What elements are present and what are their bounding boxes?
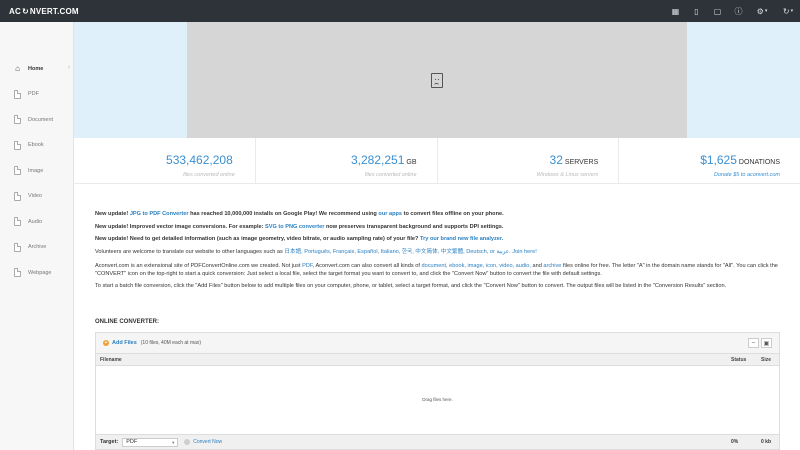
logo-text-left: AC <box>9 6 21 16</box>
col-size: Size <box>761 356 772 363</box>
converter-toolbar: + Add Files (10 files, 40M each at max) … <box>96 333 779 354</box>
col-status: Status <box>731 356 747 363</box>
home-icon: ⌂ <box>15 64 20 74</box>
svg-to-png-link[interactable]: SVG to PNG converter <box>265 224 324 230</box>
our-apps-link[interactable]: our apps <box>378 211 402 217</box>
sync-icon: ↻ <box>21 6 29 16</box>
document-file-icon <box>13 114 22 125</box>
col-filename: Filename <box>100 356 122 363</box>
image-file-icon <box>13 165 22 176</box>
stat-donations: $1,625 DONATIONS Donate $5 to aconvert.co… <box>619 138 800 183</box>
news-item-3: New update! Need to get detailed informa… <box>95 236 504 242</box>
convert-icon <box>184 439 191 445</box>
video-file-icon <box>13 191 22 202</box>
stat-value: $1,625 <box>700 153 737 167</box>
settings-icon[interactable]: ⚙ ▾ <box>750 0 774 22</box>
top-navbar: AC ↻ NVERT.COM ▦ ▯ ▢ ⓘ ⚙ ▾ ↻ ▾ <box>0 0 800 22</box>
add-files-button[interactable]: + Add Files <box>103 340 137 346</box>
archive-file-icon <box>13 242 22 253</box>
ad-placeholder[interactable] <box>187 22 687 138</box>
volunteers-text: Volunteers are welcome to translate our … <box>95 248 537 255</box>
monitor-icon[interactable]: ▢ <box>708 0 727 22</box>
help-icon[interactable]: ⓘ <box>729 0 748 22</box>
target-value: PDF <box>126 439 138 445</box>
target-format-select[interactable]: PDF ▼ <box>122 437 179 447</box>
stat-files-converted: 533,462,208 files converted online <box>74 138 256 183</box>
sidebar-item-ebook[interactable]: Ebook <box>0 133 74 159</box>
file-table-header: Filename Status Size <box>96 354 779 366</box>
sidebar-item-label: Document <box>28 116 54 123</box>
jpg-to-pdf-link[interactable]: JPG to PDF Converter <box>130 211 189 217</box>
target-label: Target: <box>100 439 119 445</box>
clear-icon[interactable]: ▣ <box>761 338 772 348</box>
logo-text-right: NVERT.COM <box>29 6 79 16</box>
mobile-icon[interactable]: ▯ <box>687 0 706 22</box>
stat-unit: DONATIONS <box>738 159 780 166</box>
audio-file-icon <box>13 216 22 227</box>
sidebar-item-document[interactable]: Document <box>0 107 74 133</box>
stats-row: 533,462,208 files converted online 3,282… <box>74 138 800 184</box>
add-files-label: Add Files <box>112 340 137 346</box>
add-files-note: (10 files, 40M each at max) <box>140 340 202 346</box>
remove-icon[interactable]: – <box>748 338 759 348</box>
pdf-file-icon <box>13 89 22 100</box>
total-progress: 0% <box>731 439 739 445</box>
stat-caption: Windows & Linux servers <box>536 172 599 178</box>
sidebar-item-archive[interactable]: Archive <box>0 235 74 261</box>
ebook-file-icon <box>13 140 22 151</box>
news-content: New update! JPG to PDF Converter has rea… <box>95 208 780 290</box>
sidebar: ‹ ⌂ Home PDF Document Ebook Image Video … <box>0 22 74 450</box>
stat-value: 533,462,208 <box>166 153 233 167</box>
batch-text: To start a batch file conversion, click … <box>95 283 727 289</box>
hero-banner <box>74 22 800 138</box>
plus-icon: + <box>103 340 109 346</box>
sidebar-item-label: Image <box>28 167 44 174</box>
converter-footer: Target: PDF ▼ Convert Now 0% 0 kb <box>96 434 779 449</box>
sidebar-item-pdf[interactable]: PDF <box>0 82 74 108</box>
refresh-icon[interactable]: ↻ ▾ <box>776 0 800 22</box>
sidebar-item-home[interactable]: ⌂ Home <box>0 56 74 82</box>
donate-link[interactable]: Donate $5 to aconvert.com <box>619 172 780 178</box>
sidebar-item-webpage[interactable]: Webpage <box>0 260 74 286</box>
chevron-down-icon: ▼ <box>171 439 176 445</box>
pdf-link[interactable]: PDF <box>302 263 313 269</box>
sidebar-item-label: PDF <box>28 91 39 98</box>
stat-value: 3,282,251 <box>350 153 405 167</box>
file-analyzer-link[interactable]: Try our brand new file analyzer. <box>420 236 503 242</box>
grid-icon[interactable]: ▦ <box>666 0 685 22</box>
sidebar-item-label: Archive <box>28 244 47 251</box>
sidebar-item-label: Video <box>28 193 42 200</box>
sidebar-item-label: Ebook <box>28 142 44 149</box>
news-item-1: New update! JPG to PDF Converter has rea… <box>95 211 504 217</box>
format-links[interactable]: document, ebook, image, icon, video, aud… <box>421 263 530 269</box>
join-here-link[interactable]: Join here! <box>511 249 537 255</box>
sidebar-item-label: Home <box>28 65 44 72</box>
sidebar-item-audio[interactable]: Audio <box>0 209 74 235</box>
site-logo[interactable]: AC ↻ NVERT.COM <box>9 7 79 16</box>
sidebar-item-video[interactable]: Video <box>0 184 74 210</box>
online-converter: + Add Files (10 files, 40M each at max) … <box>95 332 780 450</box>
sidebar-item-image[interactable]: Image <box>0 158 74 184</box>
total-size: 0 kb <box>761 439 772 445</box>
archive-link[interactable]: archive <box>543 263 561 269</box>
stat-unit: GB <box>406 159 417 166</box>
stat-value: 32 <box>549 153 563 167</box>
stat-servers: 32 SERVERS Windows & Linux servers <box>438 138 620 183</box>
file-drop-area[interactable]: Drag files here. <box>96 366 779 432</box>
language-links[interactable]: 日本語, Português, Français, Español, Itali… <box>284 249 510 255</box>
convert-now-label: Convert Now <box>193 439 223 445</box>
sidebar-item-label: Audio <box>28 218 43 225</box>
webpage-file-icon <box>13 267 22 278</box>
description-text: Aconvert.com is an extensional site of P… <box>95 263 778 277</box>
stat-caption: files converted online <box>183 172 235 178</box>
drop-text: Drag files here. <box>422 396 453 402</box>
sidebar-item-label: Webpage <box>28 269 52 276</box>
convert-now-button[interactable]: Convert Now <box>184 439 222 445</box>
sad-file-icon <box>431 72 443 88</box>
stat-unit: SERVERS <box>564 159 599 166</box>
stat-caption: files converted online <box>364 172 417 178</box>
stat-gb-converted: 3,282,251 GB files converted online <box>256 138 438 183</box>
converter-title: ONLINE CONVERTER: <box>95 319 160 325</box>
news-item-2: New update! Improved vector image conver… <box>95 223 504 230</box>
